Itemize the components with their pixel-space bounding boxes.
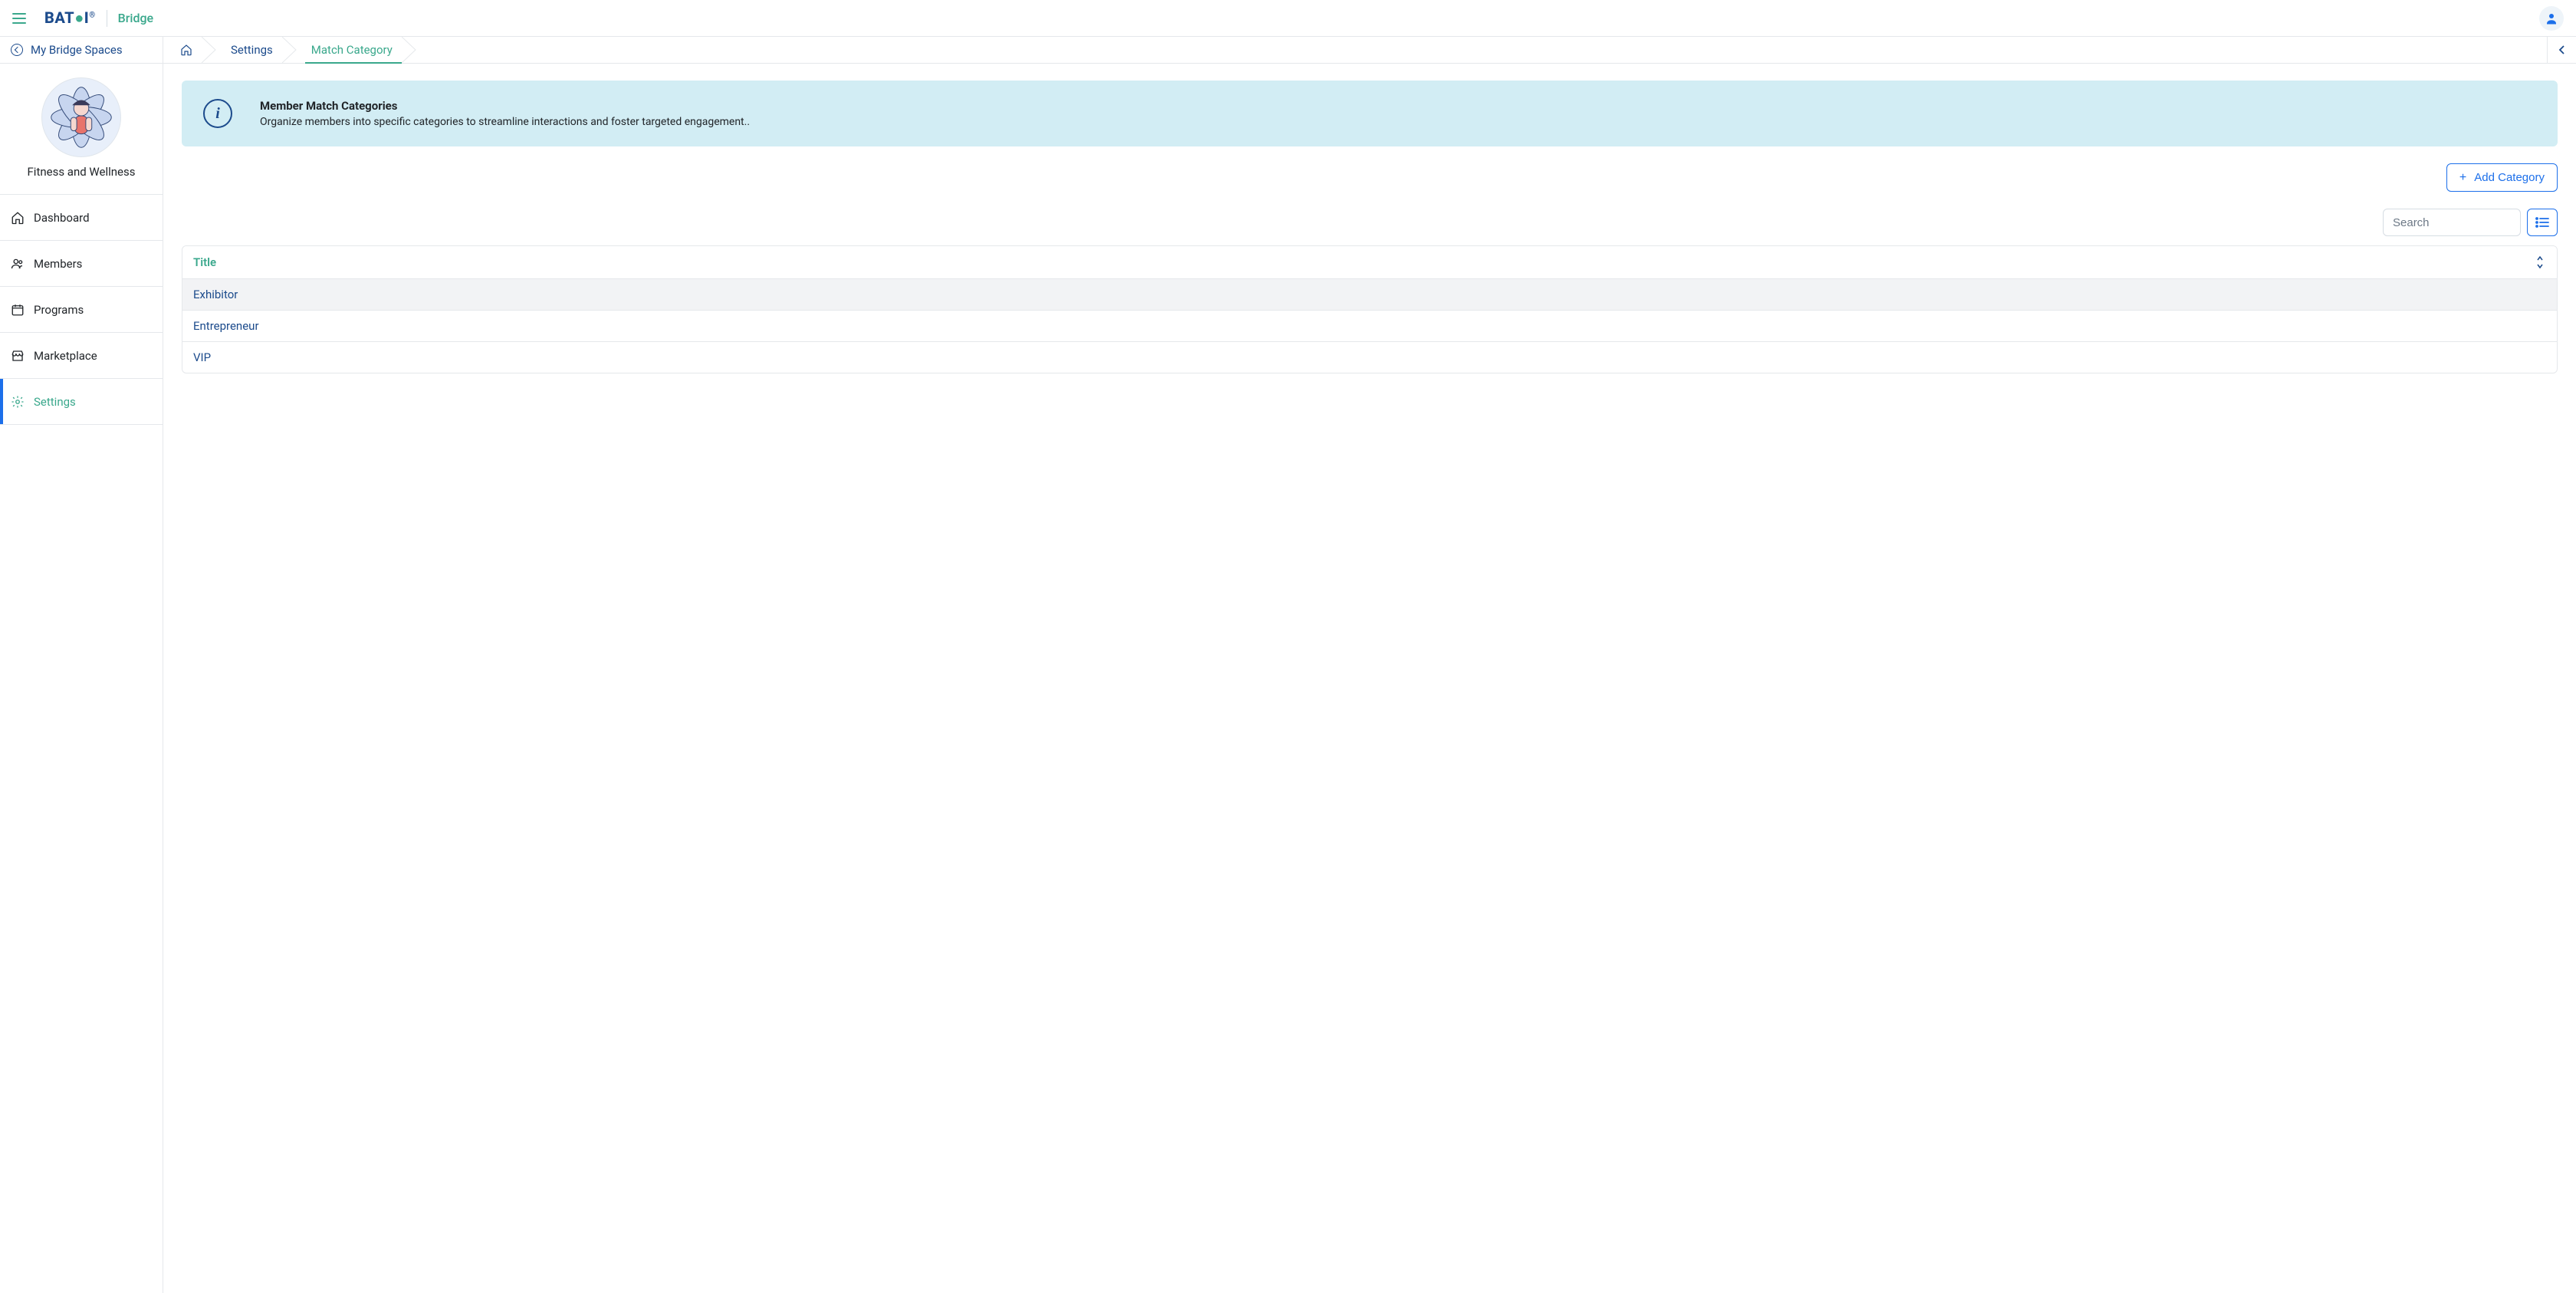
sort-toggle[interactable]	[2535, 255, 2546, 269]
table-row[interactable]: Entrepreneur	[182, 311, 2557, 342]
plus-icon: +	[2459, 172, 2466, 184]
toolbar: + Add Category	[182, 163, 2558, 192]
info-banner: i Member Match Categories Organize membe…	[182, 81, 2558, 146]
home-icon	[180, 44, 192, 56]
workspace-card: Fitness and Wellness	[0, 64, 163, 195]
table-row[interactable]: VIP	[182, 342, 2557, 373]
chevron-left-icon	[2558, 44, 2566, 55]
sidebar-item-label: Members	[34, 257, 82, 271]
breadcrumb: Settings Match Category	[163, 37, 2576, 64]
breadcrumb-match-category[interactable]: Match Category	[290, 37, 409, 63]
row-title: VIP	[193, 350, 211, 364]
workspace-name: Fitness and Wellness	[11, 165, 152, 179]
sidebar: My Bridge Spaces Fitnes	[0, 37, 163, 1293]
content: Settings Match Category i Member Match C…	[163, 37, 2576, 1293]
sidebar-item-label: Dashboard	[34, 211, 90, 225]
column-title[interactable]: Title	[193, 255, 2535, 269]
list-icon	[2535, 217, 2549, 228]
row-title: Entrepreneur	[193, 319, 259, 333]
top-bar: BAT●I® Bridge	[0, 0, 2576, 37]
banner-title: Member Match Categories	[260, 99, 750, 113]
back-to-spaces[interactable]: My Bridge Spaces	[0, 37, 163, 64]
brand-logo: BAT●I®	[44, 8, 96, 28]
breadcrumb-settings[interactable]: Settings	[209, 37, 290, 63]
breadcrumb-collapse[interactable]	[2547, 37, 2576, 63]
sidebar-nav: Dashboard Members Programs Marketplace S…	[0, 195, 163, 425]
sidebar-item-programs[interactable]: Programs	[0, 287, 163, 333]
sidebar-item-settings[interactable]: Settings	[0, 379, 163, 425]
banner-description: Organize members into specific categorie…	[260, 116, 750, 128]
row-title: Exhibitor	[193, 288, 238, 301]
breadcrumb-home[interactable]	[163, 37, 209, 63]
calendar-icon	[11, 303, 25, 317]
brand[interactable]: BAT●I® Bridge	[44, 8, 153, 28]
add-category-label: Add Category	[2474, 171, 2545, 184]
sidebar-item-members[interactable]: Members	[0, 241, 163, 287]
user-icon	[2545, 12, 2558, 25]
category-table: Title Exhibitor Entrepreneur VIP	[182, 245, 2558, 373]
sidebar-item-label: Programs	[34, 303, 84, 317]
brand-logo-pre: BAT	[44, 8, 74, 27]
menu-toggle[interactable]	[12, 13, 26, 24]
sidebar-item-marketplace[interactable]: Marketplace	[0, 333, 163, 379]
workspace-avatar	[41, 77, 121, 157]
active-underline	[305, 62, 402, 64]
table-header: Title	[182, 246, 2557, 279]
back-arrow-icon	[11, 44, 23, 56]
gear-icon	[11, 395, 25, 409]
sidebar-item-label: Settings	[34, 395, 76, 409]
brand-product: Bridge	[118, 11, 154, 25]
leaf-icon: ●	[74, 8, 84, 27]
store-icon	[11, 349, 25, 363]
list-view-button[interactable]	[2527, 209, 2558, 236]
breadcrumb-label: Settings	[231, 43, 273, 57]
search-row	[182, 209, 2558, 236]
sidebar-item-label: Marketplace	[34, 349, 97, 363]
search-input[interactable]	[2383, 209, 2521, 236]
table-row[interactable]: Exhibitor	[182, 279, 2557, 311]
members-icon	[11, 257, 25, 271]
add-category-button[interactable]: + Add Category	[2446, 163, 2558, 192]
info-icon: i	[203, 99, 232, 128]
back-label: My Bridge Spaces	[31, 43, 123, 57]
breadcrumb-label: Match Category	[311, 43, 393, 57]
home-icon	[11, 211, 25, 225]
sidebar-item-dashboard[interactable]: Dashboard	[0, 195, 163, 241]
user-avatar[interactable]	[2539, 6, 2564, 31]
registered-icon: ®	[89, 11, 95, 19]
